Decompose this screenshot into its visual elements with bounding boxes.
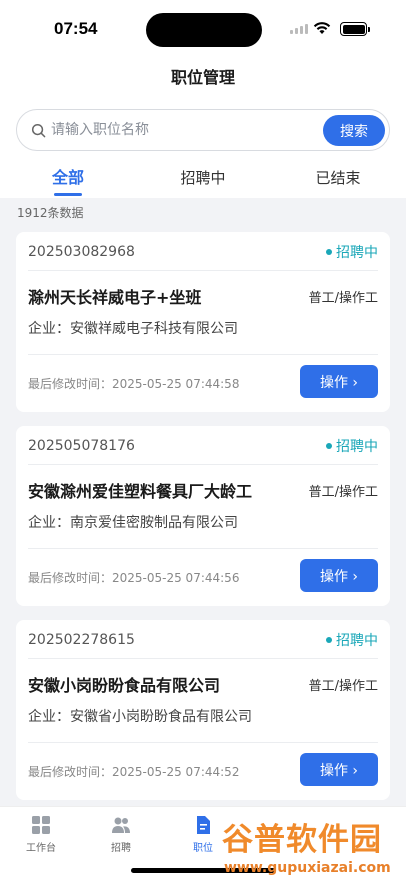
status-text: 招聘中 <box>336 245 378 261</box>
job-card[interactable]: 202503082968 招聘中 滁州天长祥威电子+坐班 普工/操作工 企业：安… <box>16 232 390 412</box>
status-dot-icon <box>326 637 332 643</box>
job-code: 202502278615 <box>28 632 135 648</box>
job-title: 滁州天长祥威电子+坐班 <box>28 288 202 307</box>
search-bar: 搜索 <box>0 100 406 160</box>
job-type: 普工/操作工 <box>308 679 378 694</box>
status-text: 招聘中 <box>336 633 378 649</box>
watermark-url: www.gupuxiazai.com <box>224 860 391 876</box>
result-count: 1912条数据 <box>17 206 84 220</box>
last-modified: 最后修改时间：2025-05-25 07:44:52 <box>28 765 240 779</box>
operate-button[interactable]: 操作 › <box>300 753 378 786</box>
job-type: 普工/操作工 <box>308 291 378 306</box>
divider <box>28 658 378 659</box>
tabbar-item-workbench[interactable]: 工作台 <box>6 815 76 854</box>
divider <box>28 354 378 355</box>
company-name: 企业：安徽省小岗盼盼食品有限公司 <box>28 709 252 725</box>
status-badge: 招聘中 <box>326 630 378 650</box>
company-name: 企业：南京爱佳密胺制品有限公司 <box>28 515 238 531</box>
search-button[interactable]: 搜索 <box>323 115 385 146</box>
job-title: 安徽小岗盼盼食品有限公司 <box>28 676 221 695</box>
watermark-logo: 谷普软件园 www.gupuxiazai.com <box>222 820 406 883</box>
tabbar-label: 招聘 <box>111 843 131 854</box>
tab-recruiting[interactable]: 招聘中 <box>143 160 263 198</box>
search-icon <box>31 123 46 138</box>
page-title: 职位管理 <box>0 56 406 100</box>
people-icon <box>112 817 130 833</box>
last-modified: 最后修改时间：2025-05-25 07:44:56 <box>28 571 240 585</box>
cellular-signal-icon <box>290 24 308 34</box>
search-input[interactable] <box>51 110 321 150</box>
operate-button[interactable]: 操作 › <box>300 559 378 592</box>
tab-ended[interactable]: 已结束 <box>278 160 398 198</box>
divider <box>28 742 378 743</box>
company-name: 企业：安徽祥威电子科技有限公司 <box>28 321 238 337</box>
tabbar-label: 职位 <box>193 843 213 854</box>
divider <box>28 270 378 271</box>
watermark-text: 谷普软件园 <box>222 822 382 858</box>
status-bar: 07:54 <box>0 0 406 56</box>
status-badge: 招聘中 <box>326 242 378 262</box>
grid-icon <box>32 816 50 834</box>
divider <box>28 464 378 465</box>
search-box: 搜索 <box>16 109 390 151</box>
tabbar-label: 工作台 <box>26 843 56 854</box>
status-dot-icon <box>326 249 332 255</box>
divider <box>28 548 378 549</box>
status-dot-icon <box>326 443 332 449</box>
last-modified: 最后修改时间：2025-05-25 07:44:58 <box>28 377 240 391</box>
dynamic-island <box>146 13 262 47</box>
job-card[interactable]: 202505078176 招聘中 安徽滁州爱佳塑料餐具厂大龄工 普工/操作工 企… <box>16 426 390 606</box>
job-card[interactable]: 202502278615 招聘中 安徽小岗盼盼食品有限公司 普工/操作工 企业：… <box>16 620 390 800</box>
filter-tabs: 全部 招聘中 已结束 <box>0 160 406 198</box>
document-icon <box>197 816 210 834</box>
status-text: 招聘中 <box>336 439 378 455</box>
tabbar-item-recruit[interactable]: 招聘 <box>86 815 156 854</box>
status-time: 07:54 <box>54 19 98 38</box>
job-type: 普工/操作工 <box>308 485 378 500</box>
operate-button[interactable]: 操作 › <box>300 365 378 398</box>
tab-all[interactable]: 全部 <box>8 160 128 198</box>
job-title: 安徽滁州爱佳塑料餐具厂大龄工 <box>28 482 253 501</box>
job-code: 202505078176 <box>28 438 135 454</box>
battery-icon <box>340 22 370 36</box>
job-code: 202503082968 <box>28 244 135 260</box>
status-badge: 招聘中 <box>326 436 378 456</box>
wifi-icon <box>313 22 331 34</box>
